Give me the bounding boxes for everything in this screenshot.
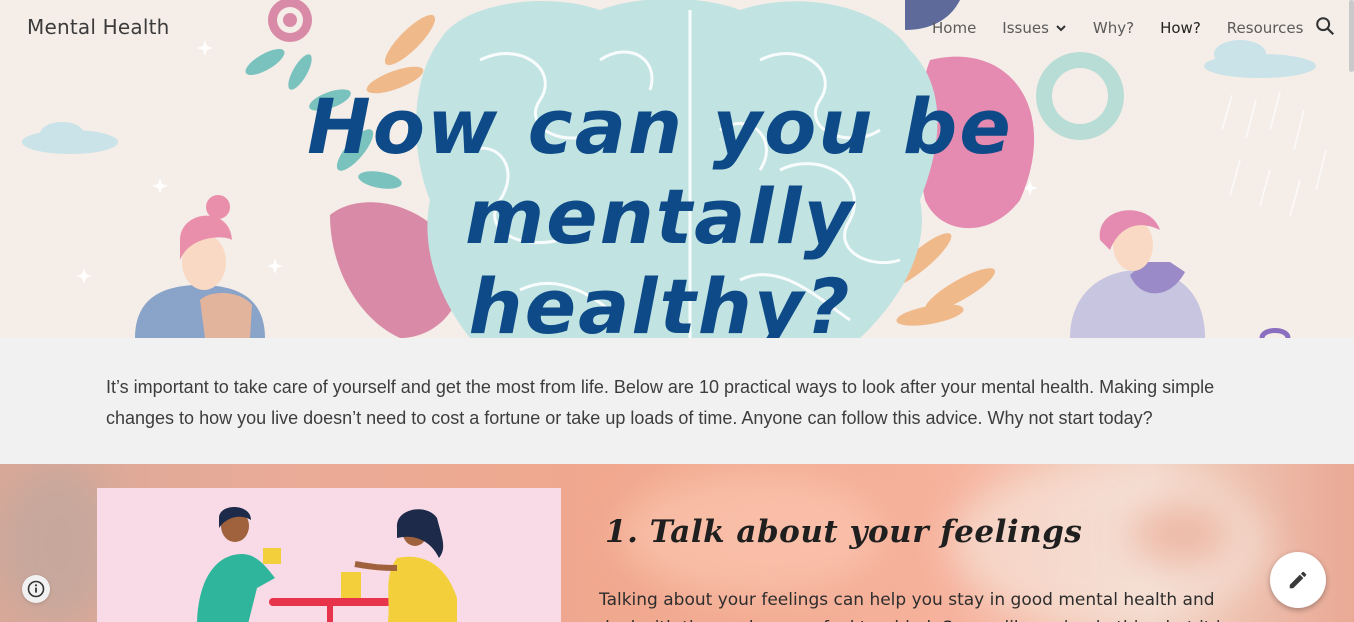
intro-section: It’s important to take care of yourself … [0, 338, 1354, 464]
talking-illustration [97, 488, 561, 622]
nav-how-label: How? [1160, 19, 1201, 37]
scrollbar-thumb[interactable] [1349, 0, 1354, 72]
edit-button[interactable] [1270, 552, 1326, 608]
hero-banner: Mental Health Home Issues Why? How? Reso… [0, 0, 1354, 338]
tip-heading: 1. Talk about your feelings [605, 514, 1083, 550]
page-title: How can you be mentally healthy? [120, 82, 1200, 338]
nav-home-label: Home [932, 19, 977, 37]
nav-how[interactable]: How? [1160, 19, 1201, 37]
chevron-down-icon[interactable] [1055, 22, 1067, 34]
nav-home[interactable]: Home [932, 19, 976, 37]
nav-issues[interactable]: Issues [1002, 19, 1067, 37]
tip-body: Talking about your feelings can help you… [599, 590, 1230, 622]
background-blur [1130, 504, 1230, 564]
nav-resources-label: Resources [1226, 19, 1304, 37]
two-people-talking-image [197, 506, 457, 622]
page-title-line2: healthy? [468, 262, 852, 338]
nav-why-label: Why? [1092, 19, 1135, 37]
top-navigation: Home Issues Why? How? Resources [932, 17, 1329, 39]
intro-text: It’s important to take care of yourself … [106, 377, 1215, 428]
info-icon [27, 580, 45, 598]
nav-issues-label: Issues [1002, 19, 1049, 37]
pencil-icon [1289, 571, 1307, 589]
page-title-line1: How can you be mentally [307, 82, 1013, 261]
tip-section-talk: 1. Talk about your feelings Talking abou… [0, 464, 1354, 622]
info-button[interactable] [22, 575, 50, 603]
site-title[interactable]: Mental Health [27, 15, 170, 39]
nav-resources[interactable]: Resources [1227, 19, 1304, 37]
nav-why[interactable]: Why? [1093, 19, 1134, 37]
search-icon[interactable] [1314, 15, 1336, 37]
